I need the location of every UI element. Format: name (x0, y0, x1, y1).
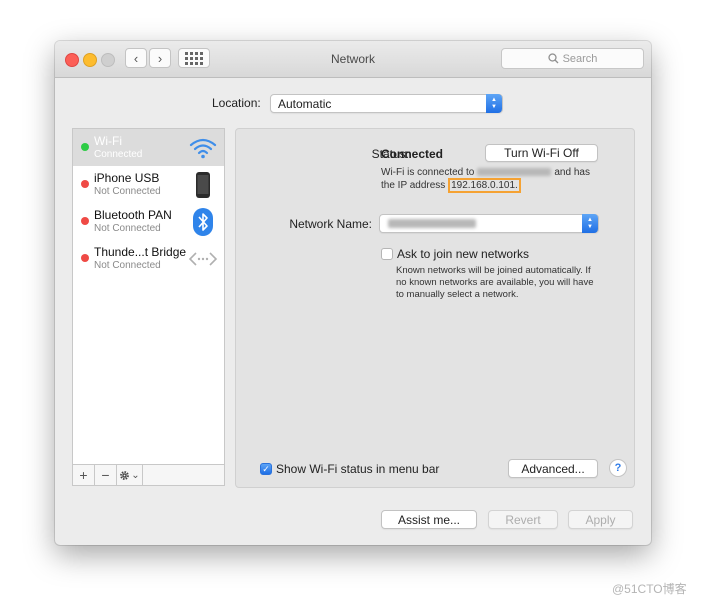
info-prefix: Wi-Fi is connected to (381, 167, 475, 178)
network-name-popup[interactable]: ▲ ▼ (379, 214, 599, 233)
show-status-label: Show Wi-Fi status in menu bar (276, 462, 440, 476)
search-field[interactable]: Search (501, 48, 644, 69)
location-popup[interactable]: Automatic ▲ ▼ (270, 94, 503, 113)
search-icon (547, 53, 559, 64)
status-dot (81, 143, 89, 151)
chevron-down-icon: ⌄ (131, 469, 140, 481)
checkmark-icon: ✓ (262, 463, 270, 474)
ask-join-description: Known networks will be joined automatica… (396, 265, 594, 301)
service-item-thunderbolt-bridge[interactable]: Thunde...t Bridge Not Connected (73, 240, 224, 277)
ip-prefix: the IP address (381, 180, 446, 191)
service-status: Connected (94, 149, 143, 160)
ask-join-checkbox[interactable] (381, 248, 393, 260)
description-line: Known networks will be joined automatica… (396, 265, 591, 276)
turn-wifi-off-button[interactable]: Turn Wi-Fi Off (485, 144, 598, 162)
service-name: Wi-Fi (94, 134, 122, 148)
status-dot (81, 254, 89, 262)
advanced-button[interactable]: Advanced... (508, 459, 598, 478)
add-service-button[interactable]: + (73, 465, 95, 485)
service-item-wifi[interactable]: Wi-Fi Connected (73, 129, 224, 166)
service-status: Not Connected (94, 186, 161, 197)
status-dot (81, 217, 89, 225)
redacted-network-name (388, 219, 476, 228)
watermark: @51CTO博客 (612, 582, 687, 596)
info-suffix: and has (554, 167, 590, 178)
plus-icon: + (79, 467, 88, 483)
location-label: Location: (212, 96, 261, 110)
network-preferences-window: ‹ › Network Search Location: Automatic ▲… (55, 41, 651, 545)
description-line: to manually select a network. (396, 289, 519, 300)
gear-icon (120, 470, 130, 480)
service-list: Wi-Fi Connected iPhone USB Not Connected (72, 128, 225, 486)
service-status: Not Connected (94, 260, 161, 271)
help-icon: ? (614, 462, 622, 474)
service-name: Thunde...t Bridge (94, 245, 187, 259)
wifi-icon (188, 133, 218, 163)
iphone-icon (188, 170, 218, 200)
wifi-info-line-2: the IP address 192.168.0.101. (381, 178, 521, 193)
status-value: Connected (381, 147, 444, 161)
apply-button[interactable]: Apply (568, 510, 633, 529)
wifi-detail-pane: Status: Connected Turn Wi-Fi Off Wi-Fi i… (235, 128, 635, 488)
redacted-network-name (477, 168, 552, 177)
revert-button[interactable]: Revert (488, 510, 558, 529)
service-item-bluetooth-pan[interactable]: Bluetooth PAN Not Connected (73, 203, 224, 240)
popup-arrows-icon: ▲ ▼ (582, 214, 598, 233)
ip-address: 192.168.0.101. (448, 178, 521, 193)
remove-service-button[interactable]: − (95, 465, 117, 485)
ask-join-label: Ask to join new networks (397, 247, 530, 261)
help-button[interactable]: ? (609, 459, 627, 477)
service-name: iPhone USB (94, 171, 160, 185)
popup-arrows-icon: ▲ ▼ (486, 94, 502, 113)
status-dot (81, 180, 89, 188)
service-name: Bluetooth PAN (94, 208, 172, 222)
minus-icon: − (101, 467, 110, 483)
search-placeholder: Search (562, 52, 598, 65)
title-bar: ‹ › Network Search (55, 41, 651, 78)
network-name-label: Network Name: (289, 217, 372, 231)
location-value: Automatic (278, 96, 332, 111)
service-status: Not Connected (94, 223, 161, 234)
service-item-iphone-usb[interactable]: iPhone USB Not Connected (73, 166, 224, 203)
description-line: no known networks are available, you wil… (396, 277, 594, 288)
sidebar-toolbar: + − ⌄ (73, 464, 224, 485)
show-status-checkbox[interactable]: ✓ (260, 463, 272, 475)
thunderbolt-bridge-icon (188, 244, 218, 274)
assist-me-button[interactable]: Assist me... (381, 510, 477, 529)
action-menu-button[interactable]: ⌄ (117, 465, 143, 485)
bluetooth-icon (188, 207, 218, 237)
